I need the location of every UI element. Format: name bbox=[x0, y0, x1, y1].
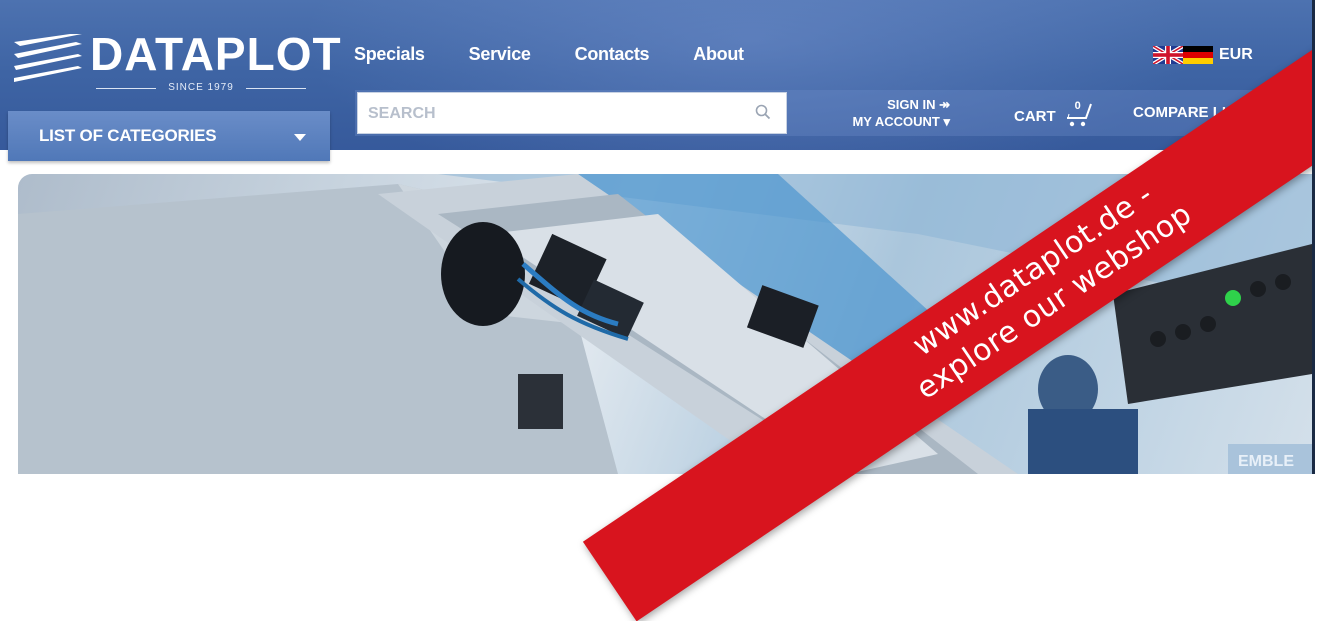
search-input[interactable] bbox=[358, 93, 750, 135]
brand-since: SINCE 1979 bbox=[90, 82, 312, 93]
cart-count: 0 bbox=[1074, 100, 1081, 112]
main-nav: Specials Service Contacts About bbox=[354, 44, 744, 65]
brand-name: DATAPLOT bbox=[90, 28, 342, 80]
currency-selector[interactable]: EUR bbox=[1153, 46, 1253, 64]
search-box bbox=[357, 92, 787, 135]
search-icon[interactable] bbox=[754, 103, 772, 121]
categories-label: LIST OF CATEGORIES bbox=[39, 126, 217, 145]
currency-label: EUR bbox=[1219, 46, 1253, 63]
nav-specials[interactable]: Specials bbox=[354, 44, 425, 65]
nav-contacts[interactable]: Contacts bbox=[575, 44, 650, 65]
window-frame-edge bbox=[1312, 0, 1325, 474]
logo-stripes-icon bbox=[14, 34, 82, 82]
sign-in-link[interactable]: SIGN IN ↠ bbox=[800, 96, 950, 113]
uk-flag-icon[interactable] bbox=[1153, 46, 1183, 64]
dataplot-logo[interactable]: DATAPLOT SINCE 1979 bbox=[12, 26, 341, 102]
svg-text:EMBLE: EMBLE bbox=[1238, 453, 1294, 470]
cart-button[interactable]: CART 0 bbox=[1014, 100, 1094, 130]
account-links: SIGN IN ↠ MY ACCOUNT ▾ bbox=[800, 96, 950, 130]
header-glow bbox=[300, 0, 1200, 163]
nav-about[interactable]: About bbox=[693, 44, 744, 65]
caret-down-icon bbox=[294, 134, 306, 141]
my-account-link[interactable]: MY ACCOUNT ▾ bbox=[800, 113, 950, 130]
categories-dropdown[interactable]: LIST OF CATEGORIES bbox=[8, 111, 330, 161]
cart-label: CART bbox=[1014, 107, 1056, 125]
nav-service[interactable]: Service bbox=[469, 44, 531, 65]
cart-icon: 0 bbox=[1064, 100, 1094, 130]
germany-flag-icon[interactable] bbox=[1183, 46, 1213, 64]
